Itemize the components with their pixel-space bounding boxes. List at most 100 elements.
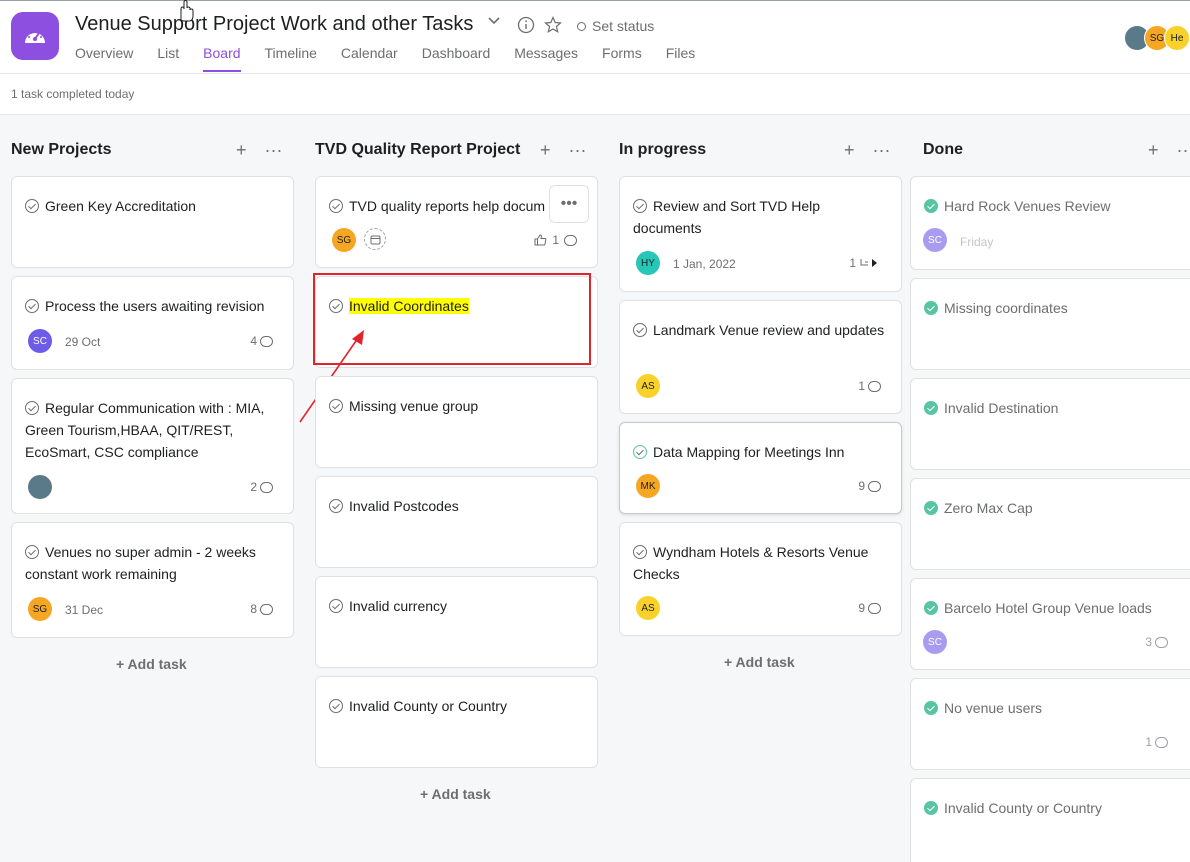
task-card[interactable]: Invalid County or Country xyxy=(315,676,598,768)
task-card[interactable]: Review and Sort TVD Help documents HY 1 … xyxy=(619,176,902,292)
completed-check-icon[interactable] xyxy=(924,801,938,815)
add-task-button[interactable]: + Add task xyxy=(420,786,491,802)
completed-check-icon[interactable] xyxy=(924,401,938,415)
task-card[interactable]: Barcelo Hotel Group Venue loads SC 3 xyxy=(910,578,1190,670)
column-title[interactable]: Done xyxy=(923,141,963,161)
avatar[interactable]: AS xyxy=(636,596,660,620)
tab-board[interactable]: Board xyxy=(203,45,241,72)
complete-check-icon[interactable] xyxy=(329,399,343,413)
avatar[interactable]: He xyxy=(1164,25,1190,51)
tab-overview[interactable]: Overview xyxy=(75,45,133,72)
likes-and-comments[interactable]: 1 xyxy=(534,233,577,247)
task-card[interactable]: Data Mapping for Meetings Inn MK 9 xyxy=(619,422,902,514)
complete-check-icon[interactable] xyxy=(633,323,647,337)
complete-check-icon[interactable] xyxy=(329,199,343,213)
complete-check-icon[interactable] xyxy=(25,199,39,213)
complete-check-icon[interactable] xyxy=(25,299,39,313)
set-status-button[interactable]: Set status xyxy=(577,18,654,34)
due-date-calendar-icon[interactable] xyxy=(364,228,386,250)
avatar[interactable]: SG xyxy=(28,597,52,621)
avatar[interactable]: SC xyxy=(923,630,947,654)
task-card[interactable]: Missing coordinates xyxy=(910,278,1190,370)
complete-check-icon[interactable] xyxy=(633,199,647,213)
due-date[interactable]: 31 Dec xyxy=(65,603,103,617)
comment-count[interactable]: 2 xyxy=(250,480,273,494)
subtask-count[interactable]: 1 xyxy=(849,256,879,270)
task-card[interactable]: Invalid currency xyxy=(315,576,598,668)
more-options-icon[interactable]: ··· xyxy=(873,141,891,159)
task-card[interactable]: Hard Rock Venues Review SC Friday xyxy=(910,176,1190,270)
task-card[interactable]: Venues no super admin - 2 weeks constant… xyxy=(11,522,294,638)
card-more-options-button[interactable]: ••• xyxy=(549,185,589,223)
completed-check-icon[interactable] xyxy=(924,501,938,515)
add-card-icon[interactable]: + xyxy=(1148,141,1159,159)
add-card-icon[interactable]: + xyxy=(844,141,855,159)
more-options-icon[interactable]: ··· xyxy=(265,141,283,159)
comment-count[interactable]: 3 xyxy=(1145,635,1168,649)
avatar[interactable] xyxy=(28,475,52,499)
avatar[interactable]: AS xyxy=(636,374,660,398)
task-card[interactable]: Process the users awaiting revision SC 2… xyxy=(11,276,294,370)
task-card[interactable]: Invalid County or Country xyxy=(910,778,1190,862)
comment-count[interactable]: 1 xyxy=(1145,735,1168,749)
task-card[interactable]: Green Key Accreditation xyxy=(11,176,294,268)
comment-count[interactable]: 9 xyxy=(858,479,881,493)
complete-check-icon[interactable] xyxy=(329,699,343,713)
tab-list[interactable]: List xyxy=(157,45,179,72)
add-card-icon[interactable]: + xyxy=(540,141,551,159)
completed-check-icon[interactable] xyxy=(924,199,938,213)
task-card[interactable]: Wyndham Hotels & Resorts Venue Checks AS… xyxy=(619,522,902,636)
avatar[interactable]: HY xyxy=(636,251,660,275)
task-card[interactable]: Landmark Venue review and updates AS 1 xyxy=(619,300,902,414)
complete-check-icon[interactable] xyxy=(329,599,343,613)
tasks-completed-text[interactable]: 1 task completed today xyxy=(11,87,134,101)
tab-timeline[interactable]: Timeline xyxy=(265,45,317,72)
complete-check-icon[interactable] xyxy=(329,499,343,513)
due-date[interactable]: Friday xyxy=(960,235,993,249)
more-options-icon[interactable]: ·· xyxy=(1177,141,1189,159)
task-card[interactable]: Regular Communication with : MIA, Green … xyxy=(11,378,294,514)
info-icon[interactable] xyxy=(517,16,535,34)
completed-check-icon[interactable] xyxy=(924,601,938,615)
task-card[interactable]: Invalid Postcodes xyxy=(315,476,598,568)
due-date[interactable]: 29 Oct xyxy=(65,335,100,349)
project-title[interactable]: Venue Support Project Work and other Tas… xyxy=(75,13,473,36)
add-card-icon[interactable]: + xyxy=(236,141,247,159)
complete-check-icon[interactable] xyxy=(25,401,39,415)
add-task-button[interactable]: + Add task xyxy=(116,656,187,672)
comment-count[interactable]: 4 xyxy=(250,334,273,348)
task-card[interactable]: Zero Max Cap xyxy=(910,478,1190,570)
comment-count[interactable]: 1 xyxy=(858,379,881,393)
comment-count-value: 3 xyxy=(1145,635,1152,649)
project-icon[interactable] xyxy=(11,12,59,60)
tab-messages[interactable]: Messages xyxy=(514,45,578,72)
avatar[interactable]: MK xyxy=(636,474,660,498)
task-card[interactable]: Invalid Destination xyxy=(910,378,1190,470)
completed-check-icon[interactable] xyxy=(924,701,938,715)
completed-check-icon[interactable] xyxy=(924,301,938,315)
comment-count[interactable]: 8 xyxy=(250,602,273,616)
chevron-down-icon[interactable] xyxy=(488,17,500,25)
column-title[interactable]: In progress xyxy=(619,141,706,161)
due-date[interactable]: 1 Jan, 2022 xyxy=(673,257,736,271)
star-icon[interactable] xyxy=(544,16,562,34)
complete-check-icon[interactable] xyxy=(633,445,647,459)
comment-count[interactable]: 9 xyxy=(858,601,881,615)
tab-files[interactable]: Files xyxy=(666,45,696,72)
subtask-expand-icon xyxy=(860,259,877,267)
tab-dashboard[interactable]: Dashboard xyxy=(422,45,491,72)
avatar[interactable]: SG xyxy=(332,228,356,252)
tab-forms[interactable]: Forms xyxy=(602,45,642,72)
more-options-icon[interactable]: ··· xyxy=(569,141,587,159)
avatar[interactable]: SC xyxy=(923,228,947,252)
task-card[interactable]: Missing venue group xyxy=(315,376,598,468)
project-members[interactable]: SG He xyxy=(1124,25,1190,51)
complete-check-icon[interactable] xyxy=(633,545,647,559)
task-card[interactable]: No venue users 1 xyxy=(910,678,1190,770)
complete-check-icon[interactable] xyxy=(25,545,39,559)
add-task-button[interactable]: + Add task xyxy=(724,654,795,670)
column-title[interactable]: TVD Quality Report Project xyxy=(315,141,520,161)
column-title[interactable]: New Projects xyxy=(11,141,111,161)
tab-calendar[interactable]: Calendar xyxy=(341,45,398,72)
avatar[interactable]: SC xyxy=(28,329,52,353)
